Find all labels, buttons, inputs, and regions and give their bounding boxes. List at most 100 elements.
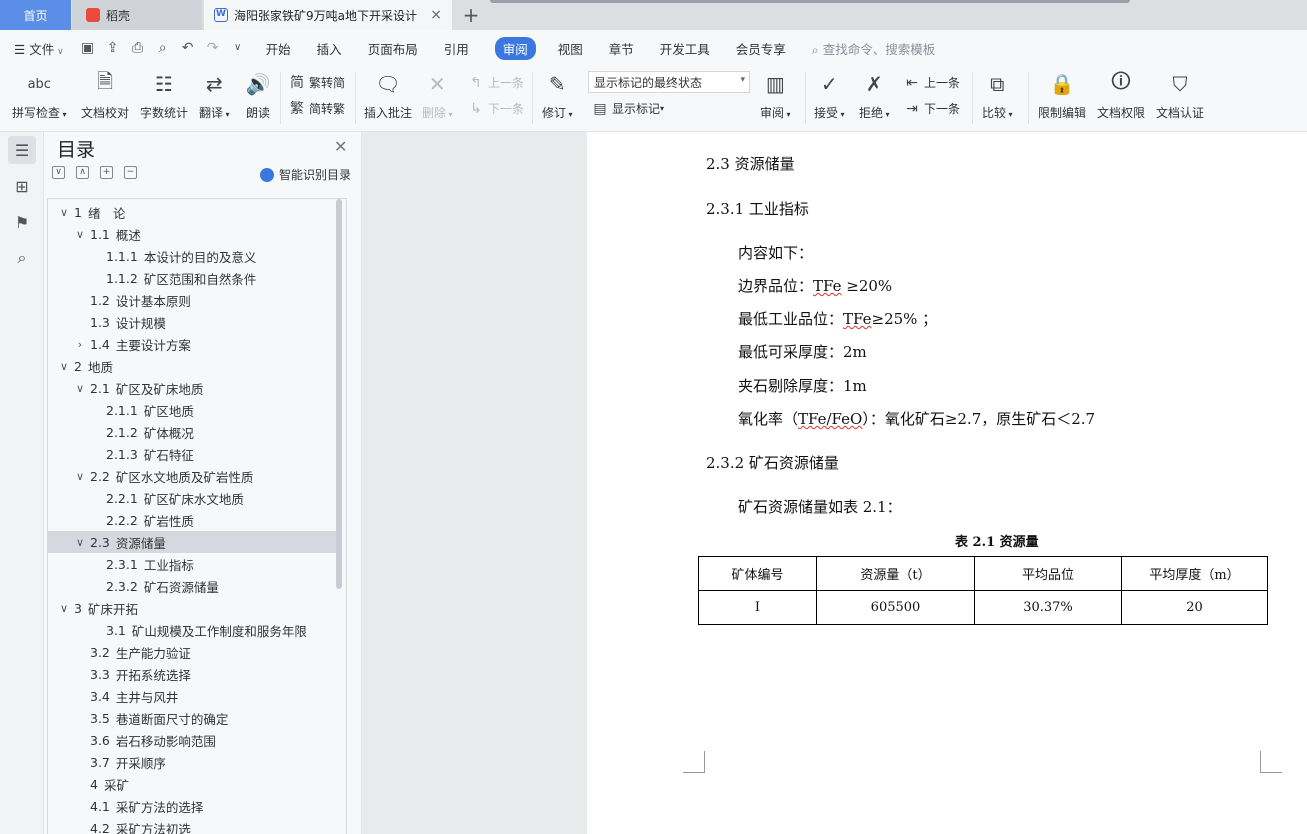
expand-up-icon[interactable]: ∧ bbox=[76, 166, 89, 179]
toc-item[interactable]: ∨ 1 绪 论 bbox=[48, 201, 340, 223]
prev-comment-button[interactable]: ↰ 上一条 bbox=[468, 74, 524, 91]
toc-item[interactable]: ∨ 2 地质 bbox=[48, 355, 340, 377]
toc-item[interactable]: 3.4 主井与风井 bbox=[48, 685, 340, 707]
toc-item[interactable]: ∨ 1.1 概述 bbox=[48, 223, 340, 245]
tab-start[interactable]: 开始 bbox=[266, 39, 291, 58]
compare-button[interactable]: ⧉ 比较 ▾ bbox=[982, 70, 1013, 121]
next-comment-icon: ↳ bbox=[470, 100, 482, 117]
markup-state-select[interactable]: 显示标记的最终状态 ▾ bbox=[588, 71, 750, 93]
document-area: 2.3 资源储量 2.3.1 工业指标 内容如下： 边界品位：TFe ≥20% … bbox=[362, 132, 1307, 834]
doc-permission-button[interactable]: 🛈 文档权限 bbox=[1097, 69, 1145, 121]
chevron-down-icon[interactable]: ∨ bbox=[58, 360, 70, 373]
search-icon[interactable]: ⌕ bbox=[8, 244, 36, 272]
tab-view[interactable]: 视图 bbox=[558, 39, 583, 58]
navigation-tree-icon[interactable]: ⊞ bbox=[8, 172, 36, 200]
reject-button[interactable]: ✗ 拒绝 ▾ bbox=[859, 70, 890, 121]
reject-icon: ✗ bbox=[865, 72, 883, 96]
toc-item[interactable]: 3.3 开拓系统选择 bbox=[48, 663, 340, 685]
review-pane-button[interactable]: ▥ 审阅 ▾ bbox=[760, 70, 791, 121]
chevron-down-icon[interactable]: ∨ bbox=[74, 536, 86, 549]
close-tab-icon[interactable]: × bbox=[430, 7, 442, 23]
chevron-down-icon[interactable]: ∨ bbox=[74, 228, 86, 241]
simp-to-trad-button[interactable]: 繁简转繁 bbox=[289, 100, 345, 117]
heading-2-3-1: 2.3.1 工业指标 bbox=[706, 200, 809, 218]
toc-item[interactable]: 2.1.3 矿石特征 bbox=[48, 443, 340, 465]
chevron-down-icon[interactable]: ∨ bbox=[74, 470, 86, 483]
save-icon[interactable]: ▣ bbox=[80, 40, 96, 56]
toc-item[interactable]: 3.6 岩石移动影响范围 bbox=[48, 729, 340, 751]
tab-daoke[interactable]: 稻壳 bbox=[72, 0, 202, 30]
add-heading-icon[interactable]: + bbox=[100, 166, 113, 179]
toc-item[interactable]: 3.1 矿山规模及工作制度和服务年限 bbox=[48, 619, 340, 641]
export-icon[interactable]: ⇪ bbox=[105, 40, 121, 56]
tab-document[interactable]: W 海阳张家铁矿9万吨a地下开采设计 × bbox=[204, 0, 452, 30]
restrict-edit-button[interactable]: 🔒 限制编辑 bbox=[1038, 70, 1086, 121]
accept-button[interactable]: ✓ 接受 ▾ bbox=[814, 70, 845, 121]
toc-item[interactable]: ∨ 2.1 矿区及矿床地质 bbox=[48, 377, 340, 399]
toc-item[interactable]: › 1.4 主要设计方案 bbox=[48, 333, 340, 355]
read-aloud-button[interactable]: 🔊 朗读 bbox=[244, 70, 272, 121]
next-change-button[interactable]: ⇥ 下一条 bbox=[904, 100, 960, 117]
customize-quick-access-icon[interactable]: ∨ bbox=[230, 40, 246, 56]
toc-item[interactable]: 2.1.1 矿区地质 bbox=[48, 399, 340, 421]
prev-change-button[interactable]: ⇤ 上一条 bbox=[904, 74, 960, 91]
bookmark-icon[interactable]: ⚑ bbox=[8, 208, 36, 236]
toc-item[interactable]: 2.3.1 工业指标 bbox=[48, 553, 340, 575]
tab-home[interactable]: 首页 bbox=[0, 0, 71, 30]
chevron-right-icon[interactable]: › bbox=[74, 338, 86, 351]
spell-check-button[interactable]: abc 拼写检查 ▾ bbox=[12, 70, 67, 121]
document-page[interactable]: 2.3 资源储量 2.3.1 工业指标 内容如下： 边界品位：TFe ≥20% … bbox=[587, 132, 1307, 834]
toc-item[interactable]: 4 采矿 bbox=[48, 773, 340, 795]
chevron-down-icon[interactable]: ∨ bbox=[58, 206, 70, 219]
toc-item[interactable]: ∨ 2.2 矿区水文地质及矿岩性质 bbox=[48, 465, 340, 487]
remove-heading-icon[interactable]: − bbox=[124, 166, 137, 179]
next-comment-button[interactable]: ↳ 下一条 bbox=[468, 100, 524, 117]
toc-item[interactable]: 3.2 生产能力验证 bbox=[48, 641, 340, 663]
tab-review[interactable]: 审阅 bbox=[494, 36, 536, 60]
toc-item[interactable]: 1.1.1 本设计的目的及意义 bbox=[48, 245, 340, 267]
toc-item[interactable]: 2.1.2 矿体概况 bbox=[48, 421, 340, 443]
toc-item[interactable]: 3.7 开采顺序 bbox=[48, 751, 340, 773]
insert-comment-button[interactable]: 🗨 插入批注 bbox=[364, 70, 412, 121]
toc-item[interactable]: 1.2 设计基本原则 bbox=[48, 289, 340, 311]
chevron-down-icon[interactable]: ∨ bbox=[74, 382, 86, 395]
translate-button[interactable]: ⇄ 翻译 ▾ bbox=[199, 70, 230, 121]
toc-item[interactable]: 4.1 采矿方法的选择 bbox=[48, 795, 340, 817]
close-icon[interactable]: ✕ bbox=[334, 137, 347, 156]
toc-item[interactable]: ∨ 3 矿床开拓 bbox=[48, 597, 340, 619]
tab-references[interactable]: 引用 bbox=[444, 39, 469, 58]
print-icon[interactable]: ⎙ bbox=[130, 40, 146, 56]
toc-item[interactable]: 2.2.1 矿区矿床水文地质 bbox=[48, 487, 340, 509]
chevron-down-icon[interactable]: ∨ bbox=[58, 602, 70, 615]
toc-item[interactable]: 1.3 设计规模 bbox=[48, 311, 340, 333]
undo-icon[interactable]: ↶ bbox=[180, 40, 196, 56]
toc-scrollbar[interactable] bbox=[336, 199, 342, 589]
doc-proof-button[interactable]: 🗎 文档校对 bbox=[81, 69, 129, 121]
doc-cert-button[interactable]: ⛉ 文档认证 bbox=[1156, 70, 1204, 121]
toc-item[interactable]: ∨ 2.3 资源储量 bbox=[48, 531, 340, 553]
redo-icon[interactable]: ↷ bbox=[205, 40, 221, 56]
tab-chapter[interactable]: 章节 bbox=[609, 39, 634, 58]
tab-developer[interactable]: 开发工具 bbox=[660, 39, 710, 58]
revise-button[interactable]: ✎ 修订 ▾ bbox=[542, 70, 573, 121]
ai-recognize-toc-button[interactable]: 智能识别目录 bbox=[260, 166, 351, 183]
collapse-all-icon[interactable]: ∨ bbox=[52, 166, 65, 179]
toc-item[interactable]: 1.1.2 矿区范围和自然条件 bbox=[48, 267, 340, 289]
table-header-cell: 平均厚度（m） bbox=[1121, 556, 1268, 591]
toc-item[interactable]: 3.5 巷道断面尺寸的确定 bbox=[48, 707, 340, 729]
print-preview-icon[interactable]: ⌕ bbox=[155, 40, 171, 56]
file-menu[interactable]: ☰ 文件 ∨ bbox=[14, 39, 64, 58]
trad-to-simp-button[interactable]: 简繁转简 bbox=[289, 74, 345, 91]
toc-item[interactable]: 2.2.2 矿岩性质 bbox=[48, 509, 340, 531]
new-tab-button[interactable]: + bbox=[458, 0, 484, 30]
toc-item[interactable]: 2.3.2 矿石资源储量 bbox=[48, 575, 340, 597]
delete-comment-button[interactable]: ✕ 删除 ▾ bbox=[422, 70, 453, 121]
toc-item[interactable]: 4.2 采矿方法初选 bbox=[48, 817, 340, 834]
word-count-button[interactable]: ☷ 字数统计 bbox=[140, 70, 188, 121]
tab-insert[interactable]: 插入 bbox=[317, 39, 342, 58]
command-search[interactable]: ⌕ 查找命令、搜索模板 bbox=[812, 39, 936, 58]
tab-page-layout[interactable]: 页面布局 bbox=[368, 39, 418, 58]
toc-panel-icon[interactable]: ☰ bbox=[8, 136, 36, 164]
show-markup-button[interactable]: ▤ 显示标记 ▾ bbox=[592, 100, 664, 117]
tab-member[interactable]: 会员专享 bbox=[736, 39, 786, 58]
